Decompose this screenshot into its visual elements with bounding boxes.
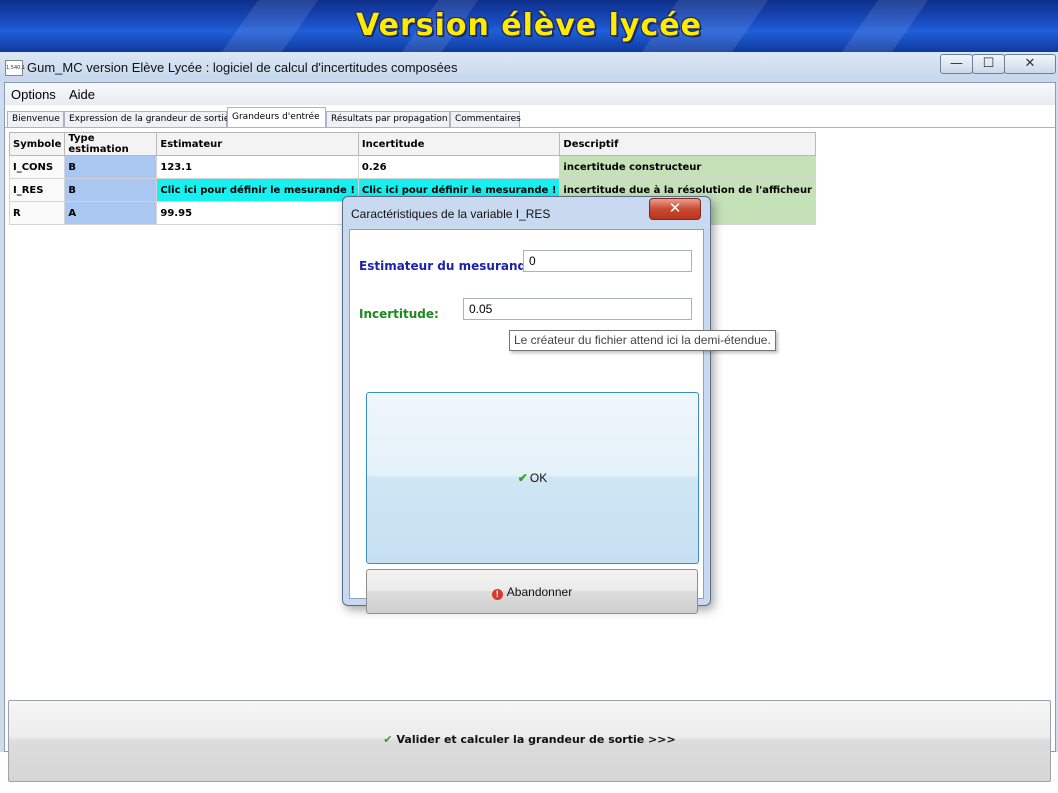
cell-incertitude[interactable]: 0.26 bbox=[357, 155, 561, 179]
cell-type[interactable]: A bbox=[64, 201, 158, 225]
validate-button[interactable]: ✔ Valider et calculer la grandeur de sort… bbox=[8, 700, 1051, 782]
table-row[interactable]: I_CONS B 123.1 0.26 incertitude construc… bbox=[8, 155, 816, 179]
tab-grandeurs-entree[interactable]: Grandeurs d'entrée bbox=[227, 107, 326, 127]
ok-label: OK bbox=[529, 471, 548, 485]
maximize-icon: ☐ bbox=[982, 56, 995, 71]
estimateur-label: Estimateur du mesurande: bbox=[359, 259, 540, 273]
incertitude-tooltip: Le créateur du fichier attend ici la dem… bbox=[509, 330, 776, 351]
window-titlebar[interactable]: 1,540,1 Gum_MC version Elève Lycée : log… bbox=[0, 52, 1058, 82]
ok-button[interactable]: ✔ OK bbox=[366, 392, 699, 564]
tab-commentaires[interactable]: Commentaires bbox=[450, 111, 521, 127]
cell-symbole[interactable]: I_RES bbox=[8, 178, 66, 202]
cell-descriptif[interactable]: incertitude constructeur bbox=[559, 155, 816, 179]
minimize-button[interactable]: — bbox=[940, 54, 973, 74]
cell-symbole[interactable]: R bbox=[8, 201, 66, 225]
estimateur-input[interactable] bbox=[523, 250, 692, 272]
cell-estimateur[interactable]: 123.1 bbox=[156, 155, 359, 179]
menu-aide[interactable]: Aide bbox=[69, 87, 95, 102]
check-icon: ✔ bbox=[517, 471, 528, 485]
cell-estimateur[interactable]: Clic ici pour définir le mesurande ! bbox=[156, 178, 359, 202]
stop-icon: ! bbox=[491, 589, 503, 600]
header-type[interactable]: Type estimation bbox=[64, 132, 158, 156]
tab-expression[interactable]: Expression de la grandeur de sortie bbox=[64, 111, 229, 127]
check-icon: ✔ bbox=[383, 733, 393, 746]
header-incertitude[interactable]: Incertitude bbox=[357, 132, 561, 156]
tab-bar: Bienvenue Expression de la grandeur de s… bbox=[5, 107, 1055, 127]
tab-bienvenue[interactable]: Bienvenue bbox=[7, 111, 64, 127]
dialog-close-button[interactable]: ✕ bbox=[649, 198, 701, 220]
dialog-title: Caractéristiques de la variable I_RES bbox=[351, 207, 551, 221]
incertitude-label: Incertitude: bbox=[359, 307, 439, 321]
validate-label: Valider et calculer la grandeur de sorti… bbox=[396, 733, 676, 746]
banner-title: Version élève lycée bbox=[356, 8, 702, 43]
header-symbole[interactable]: Symbole bbox=[8, 132, 66, 156]
cancel-label: Abandonner bbox=[506, 585, 573, 599]
window-title: Gum_MC version Elève Lycée : logiciel de… bbox=[27, 60, 458, 75]
incertitude-input[interactable] bbox=[463, 298, 692, 320]
minimize-icon: — bbox=[950, 56, 963, 71]
dialog-body: Estimateur du mesurande: Incertitude: ✔O… bbox=[349, 229, 704, 614]
cancel-button[interactable]: ! Abandonner bbox=[366, 569, 698, 614]
menu-options[interactable]: Options bbox=[11, 87, 56, 102]
cell-type[interactable]: B bbox=[64, 178, 158, 202]
variable-dialog: Caractéristiques de la variable I_RES ✕ … bbox=[342, 196, 711, 614]
close-icon: ✕ bbox=[668, 199, 682, 217]
cell-estimateur[interactable]: 99.95 bbox=[156, 201, 359, 225]
app-icon: 1,540,1 bbox=[5, 60, 25, 76]
menu-bar: Options Aide bbox=[5, 83, 1055, 105]
cell-type[interactable]: B bbox=[64, 155, 158, 179]
header-estimateur[interactable]: Estimateur bbox=[156, 132, 359, 156]
table-header-row: Symbole Type estimation Estimateur Incer… bbox=[8, 132, 816, 156]
close-icon: ✕ bbox=[1024, 56, 1036, 71]
maximize-button[interactable]: ☐ bbox=[972, 54, 1005, 74]
header-descriptif[interactable]: Descriptif bbox=[559, 132, 816, 156]
cell-symbole[interactable]: I_CONS bbox=[8, 155, 66, 179]
slide-banner: Version élève lycée bbox=[0, 0, 1058, 52]
close-window-button[interactable]: ✕ bbox=[1004, 54, 1056, 74]
tab-resultats[interactable]: Résultats par propagation bbox=[326, 111, 450, 127]
